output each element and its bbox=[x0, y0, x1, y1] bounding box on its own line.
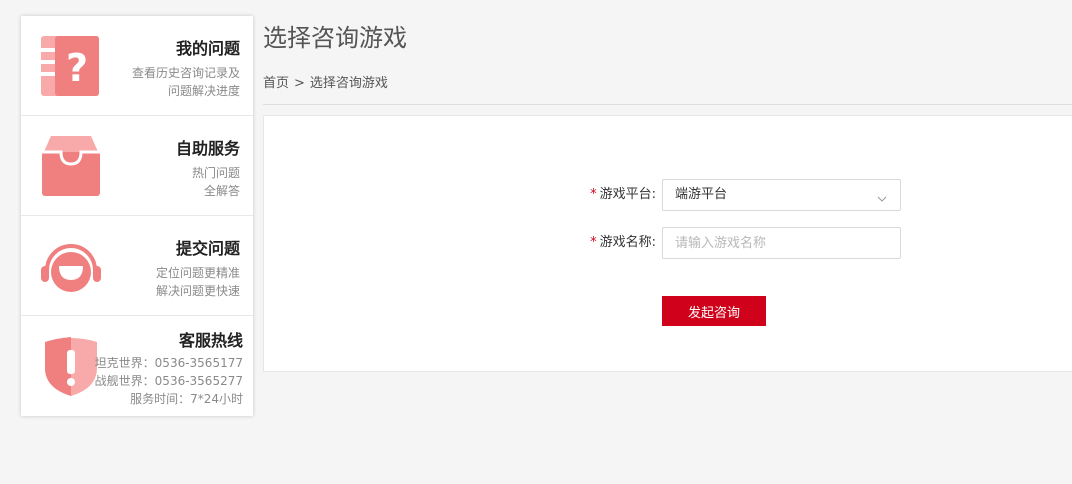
sidebar-item-desc: 查看历史咨询记录及 问题解决进度 bbox=[132, 64, 240, 100]
sidebar-item-desc-line: 热门问题 bbox=[191, 166, 240, 180]
platform-label: * 游戏平台: bbox=[590, 179, 656, 211]
sidebar-item-desc: 热门问题 全解答 bbox=[192, 164, 240, 200]
shield-alert-icon bbox=[41, 334, 101, 398]
svg-text:?: ? bbox=[66, 46, 88, 90]
question-book-icon: ? bbox=[39, 34, 103, 98]
sidebar-item-title: 客服热线 bbox=[178, 331, 243, 350]
sidebar-item-desc-line: 解决问题更快速 bbox=[155, 284, 240, 298]
headset-icon bbox=[39, 234, 103, 298]
sidebar-item-title: 提交问题 bbox=[175, 239, 240, 258]
game-name-label: * 游戏名称: bbox=[590, 227, 656, 259]
sidebar-item-desc-line: 查看历史咨询记录及 bbox=[131, 66, 240, 80]
required-mark: * bbox=[590, 187, 597, 202]
game-name-input[interactable] bbox=[663, 228, 900, 258]
platform-select[interactable]: 端游平台 bbox=[662, 179, 901, 211]
required-mark: * bbox=[590, 235, 597, 250]
sidebar-item-desc: 坦克世界：0536-3565177 战舰世界：0536-3565277 服务时间… bbox=[95, 354, 243, 408]
sidebar: ? 我的问题 查看历史咨询记录及 问题解决进度 自助服务 热门问题 全解答 提交… bbox=[21, 16, 253, 416]
sidebar-item-desc: 定位问题更精准 解决问题更快速 bbox=[156, 264, 240, 300]
platform-row: * 游戏平台: 端游平台 bbox=[264, 179, 1072, 211]
sidebar-item-title: 我的问题 bbox=[175, 39, 240, 58]
game-select-panel: *游戏平台: 端游平台 *游戏名称: 发起咨询 bbox=[263, 115, 1072, 372]
sidebar-item-desc-line: 定位问题更精准 bbox=[155, 266, 240, 280]
game-name-row: * 游戏名称: bbox=[264, 227, 1072, 259]
chevron-down-icon bbox=[877, 189, 887, 202]
header-divider bbox=[263, 104, 1072, 105]
game-name-field bbox=[662, 227, 901, 259]
game-name-label-text: 游戏名称: bbox=[599, 235, 656, 250]
hotline-warships-world: 战舰世界：0536-3565277 bbox=[94, 374, 243, 388]
breadcrumb: 首页 > 选择咨询游戏 bbox=[263, 72, 388, 91]
start-consult-button[interactable]: 发起咨询 bbox=[662, 296, 766, 326]
inbox-tray-icon bbox=[39, 134, 103, 198]
sidebar-item-desc-line: 全解答 bbox=[203, 184, 240, 198]
sidebar-item-hotline: 客服热线 坦克世界：0536-3565177 战舰世界：0536-3565277… bbox=[21, 316, 253, 416]
hotline-tank-world: 坦克世界：0536-3565177 bbox=[94, 356, 243, 370]
platform-select-value: 端游平台 bbox=[675, 187, 728, 202]
sidebar-item-self-service[interactable]: 自助服务 热门问题 全解答 bbox=[21, 116, 253, 216]
hotline-service-hours: 服务时间：7*24小时 bbox=[130, 392, 243, 406]
sidebar-item-submit-question[interactable]: 提交问题 定位问题更精准 解决问题更快速 bbox=[21, 216, 253, 316]
sidebar-item-desc-line: 问题解决进度 bbox=[167, 84, 240, 98]
platform-label-text: 游戏平台: bbox=[599, 187, 656, 202]
page-title: 选择咨询游戏 bbox=[263, 24, 407, 52]
breadcrumb-separator: > bbox=[294, 76, 305, 91]
sidebar-item-title: 自助服务 bbox=[175, 139, 240, 158]
sidebar-item-my-questions[interactable]: ? 我的问题 查看历史咨询记录及 问题解决进度 bbox=[21, 16, 253, 116]
breadcrumb-current: 选择咨询游戏 bbox=[309, 76, 388, 91]
breadcrumb-home-link[interactable]: 首页 bbox=[263, 76, 289, 91]
